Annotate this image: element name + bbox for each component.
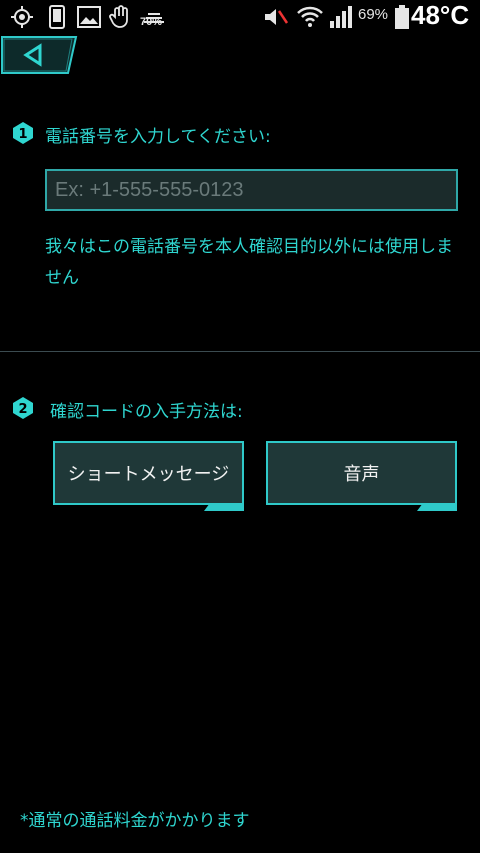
gps-icon [8,4,36,30]
sms-option-label: ショートメッセージ [67,464,230,485]
phone-icon [46,4,68,30]
button-corner-decoration [204,503,244,511]
step-2-label: 確認コードの入手方法は: [50,402,243,422]
signal-icon [328,4,354,30]
step-2-badge: 2 [12,397,34,419]
button-corner-decoration [417,503,457,511]
voice-option-button[interactable]: 音声 [266,441,457,511]
back-button[interactable] [0,35,78,75]
call-charge-footnote: *通常の通話料金がかかります [20,811,250,831]
status-bar: 70% 69% 48°C [0,0,480,34]
voice-option-label: 音声 [343,464,380,485]
image-icon [76,4,102,30]
svg-text:1: 1 [18,127,27,142]
percent-badge: 70% [140,16,163,28]
battery-icon [394,4,410,30]
hand-icon [108,4,134,30]
svg-text:2: 2 [18,402,27,417]
mute-icon [262,4,290,30]
temperature-readout: 48°C [411,0,470,30]
section-divider [0,351,480,352]
sms-option-button[interactable]: ショートメッセージ [53,441,244,511]
phone-number-input[interactable] [45,169,458,211]
battery-percent: 69% [358,6,389,23]
step-1-badge: 1 [12,122,34,144]
privacy-note: 我々はこの電話番号を本人確認目的以外には使用しません [45,237,453,288]
step-1-label: 電話番号を入力してください: [45,127,271,147]
wifi-icon [296,4,324,30]
